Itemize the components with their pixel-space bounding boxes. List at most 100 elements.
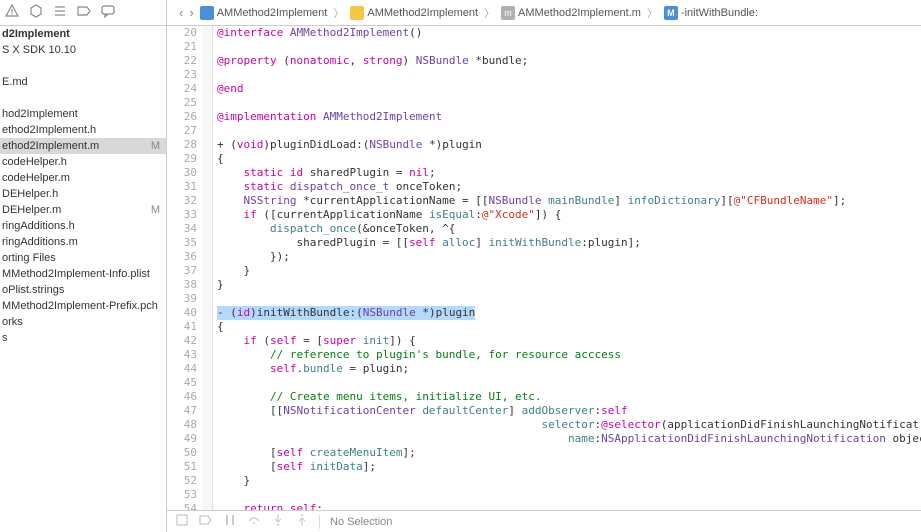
step-in-icon[interactable] <box>271 513 285 530</box>
code-line[interactable]: // reference to plugin's bundle, for res… <box>217 348 921 362</box>
code-line[interactable]: static id sharedPlugin = nil; <box>217 166 921 180</box>
breadcrumb-label: -initWithBundle: <box>681 7 758 19</box>
code-line[interactable] <box>217 488 921 502</box>
file-item[interactable]: DEHelper.mM <box>0 202 166 218</box>
hexagon-icon[interactable] <box>28 3 44 22</box>
file-item[interactable]: E.md <box>0 74 166 90</box>
code-line[interactable]: sharedPlugin = [[self alloc] initWithBun… <box>217 236 921 250</box>
line-number: 43 <box>167 348 197 362</box>
toggle-debug-icon[interactable] <box>175 513 189 530</box>
file-item[interactable]: s <box>0 330 166 346</box>
line-number: 44 <box>167 362 197 376</box>
code-line[interactable]: selector:@selector(applicationDidFinishL… <box>217 418 921 432</box>
file-item[interactable] <box>0 90 166 106</box>
code-line[interactable] <box>217 124 921 138</box>
code-line[interactable]: if ([currentApplicationName isEqual:@"Xc… <box>217 208 921 222</box>
code-line[interactable] <box>217 68 921 82</box>
file-item[interactable]: codeHelper.h <box>0 154 166 170</box>
breadcrumb-item[interactable]: AMMethod2Implement <box>350 6 478 20</box>
code-line[interactable]: + (void)pluginDidLoad:(NSBundle *)plugin <box>217 138 921 152</box>
breadcrumb-item[interactable]: M-initWithBundle: <box>664 6 758 20</box>
fold-gutter[interactable] <box>203 26 213 510</box>
breakpoint-icon[interactable] <box>76 3 92 22</box>
file-item[interactable]: orks <box>0 314 166 330</box>
jump-bar[interactable]: ‹ › AMMethod2Implement 〉 AMMethod2Implemen… <box>167 0 921 26</box>
file-item[interactable]: orting Files <box>0 250 166 266</box>
code-line[interactable]: @property (nonatomic, strong) NSBundle *… <box>217 54 921 68</box>
file-item-label: ringAdditions.h <box>2 220 75 232</box>
file-item[interactable]: oPlist.strings <box>0 282 166 298</box>
line-number: 27 <box>167 124 197 138</box>
line-number: 41 <box>167 320 197 334</box>
pause-icon[interactable] <box>223 513 237 530</box>
back-button[interactable]: ‹ <box>179 5 183 20</box>
file-item[interactable]: ethod2Implement.h <box>0 122 166 138</box>
line-number: 25 <box>167 96 197 110</box>
file-item[interactable]: ringAdditions.m <box>0 234 166 250</box>
code-line[interactable]: // Create menu items, initialize UI, etc… <box>217 390 921 404</box>
code-line[interactable]: { <box>217 152 921 166</box>
code-line[interactable]: [self initData]; <box>217 460 921 474</box>
code-editor[interactable]: 2021222324252627282930313233343536373839… <box>167 26 921 510</box>
file-item-label: codeHelper.m <box>2 172 70 184</box>
file-item[interactable]: DEHelper.h <box>0 186 166 202</box>
code-line[interactable]: } <box>217 278 921 292</box>
file-item[interactable]: MMethod2Implement-Info.plist <box>0 266 166 282</box>
forward-button[interactable]: › <box>189 5 193 20</box>
code-line[interactable] <box>217 292 921 306</box>
line-number: 34 <box>167 222 197 236</box>
code-line[interactable]: return self; <box>217 502 921 510</box>
proj-icon <box>200 6 214 20</box>
file-item[interactable]: MMethod2Implement-Prefix.pch <box>0 298 166 314</box>
code-line[interactable]: } <box>217 264 921 278</box>
code-line[interactable]: @implementation AMMethod2Implement <box>217 110 921 124</box>
file-item[interactable]: codeHelper.m <box>0 170 166 186</box>
file-item[interactable] <box>0 58 166 74</box>
file-item-label: ethod2Implement.h <box>2 124 96 136</box>
code-line[interactable]: @end <box>217 82 921 96</box>
breakpoint-toggle-icon[interactable] <box>199 513 213 530</box>
breadcrumb-label: AMMethod2Implement <box>367 7 478 19</box>
code-line[interactable]: { <box>217 320 921 334</box>
breadcrumb-item[interactable]: AMMethod2Implement <box>200 6 328 20</box>
code-line[interactable]: name:NSApplicationDidFinishLaunchingNoti… <box>217 432 921 446</box>
file-item[interactable]: ringAdditions.h <box>0 218 166 234</box>
code-line[interactable]: [self createMenuItem]; <box>217 446 921 460</box>
code-line[interactable]: self.bundle = plugin; <box>217 362 921 376</box>
code-line[interactable]: - (id)initWithBundle:(NSBundle *)plugin <box>217 306 921 320</box>
code-line[interactable] <box>217 40 921 54</box>
code-line[interactable]: NSString *currentApplicationName = [[NSB… <box>217 194 921 208</box>
code-line[interactable]: } <box>217 474 921 488</box>
code-line[interactable]: [[NSNotificationCenter defaultCenter] ad… <box>217 404 921 418</box>
file-item-label: d2Implement <box>2 28 70 40</box>
code-line[interactable]: if (self = [super init]) { <box>217 334 921 348</box>
step-out-icon[interactable] <box>295 513 309 530</box>
speech-icon[interactable] <box>100 3 116 22</box>
breadcrumb-separator: 〉 <box>333 5 344 21</box>
breadcrumb-item[interactable]: mAMMethod2Implement.m <box>501 6 641 20</box>
file-item[interactable]: hod2Implement <box>0 106 166 122</box>
code-line[interactable]: @interface AMMethod2Implement() <box>217 26 921 40</box>
code-line[interactable]: }); <box>217 250 921 264</box>
code-content[interactable]: @interface AMMethod2Implement() @property… <box>213 26 921 510</box>
line-number: 24 <box>167 82 197 96</box>
file-navigator[interactable]: d2Implement S X SDK 10.10 E.md hod2Implemen… <box>0 26 166 532</box>
breadcrumb[interactable]: AMMethod2Implement〉AMMethod2Implement〉mA… <box>200 5 758 21</box>
line-number: 35 <box>167 236 197 250</box>
list-icon[interactable] <box>52 3 68 22</box>
code-line[interactable]: dispatch_once(&onceToken, ^{ <box>217 222 921 236</box>
code-line[interactable]: static dispatch_once_t onceToken; <box>217 180 921 194</box>
file-item-label: DEHelper.h <box>2 188 58 200</box>
line-gutter: 2021222324252627282930313233343536373839… <box>167 26 203 510</box>
line-number: 53 <box>167 488 197 502</box>
code-line[interactable] <box>217 376 921 390</box>
step-over-icon[interactable] <box>247 513 261 530</box>
file-item[interactable]: ethod2Implement.mM <box>0 138 166 154</box>
debug-selection-label: No Selection <box>330 516 392 528</box>
warning-icon[interactable] <box>4 3 20 22</box>
file-status-badge: M <box>151 204 162 216</box>
file-item-label: orks <box>2 316 23 328</box>
code-line[interactable] <box>217 96 921 110</box>
file-item[interactable]: S X SDK 10.10 <box>0 42 166 58</box>
file-item[interactable]: d2Implement <box>0 26 166 42</box>
